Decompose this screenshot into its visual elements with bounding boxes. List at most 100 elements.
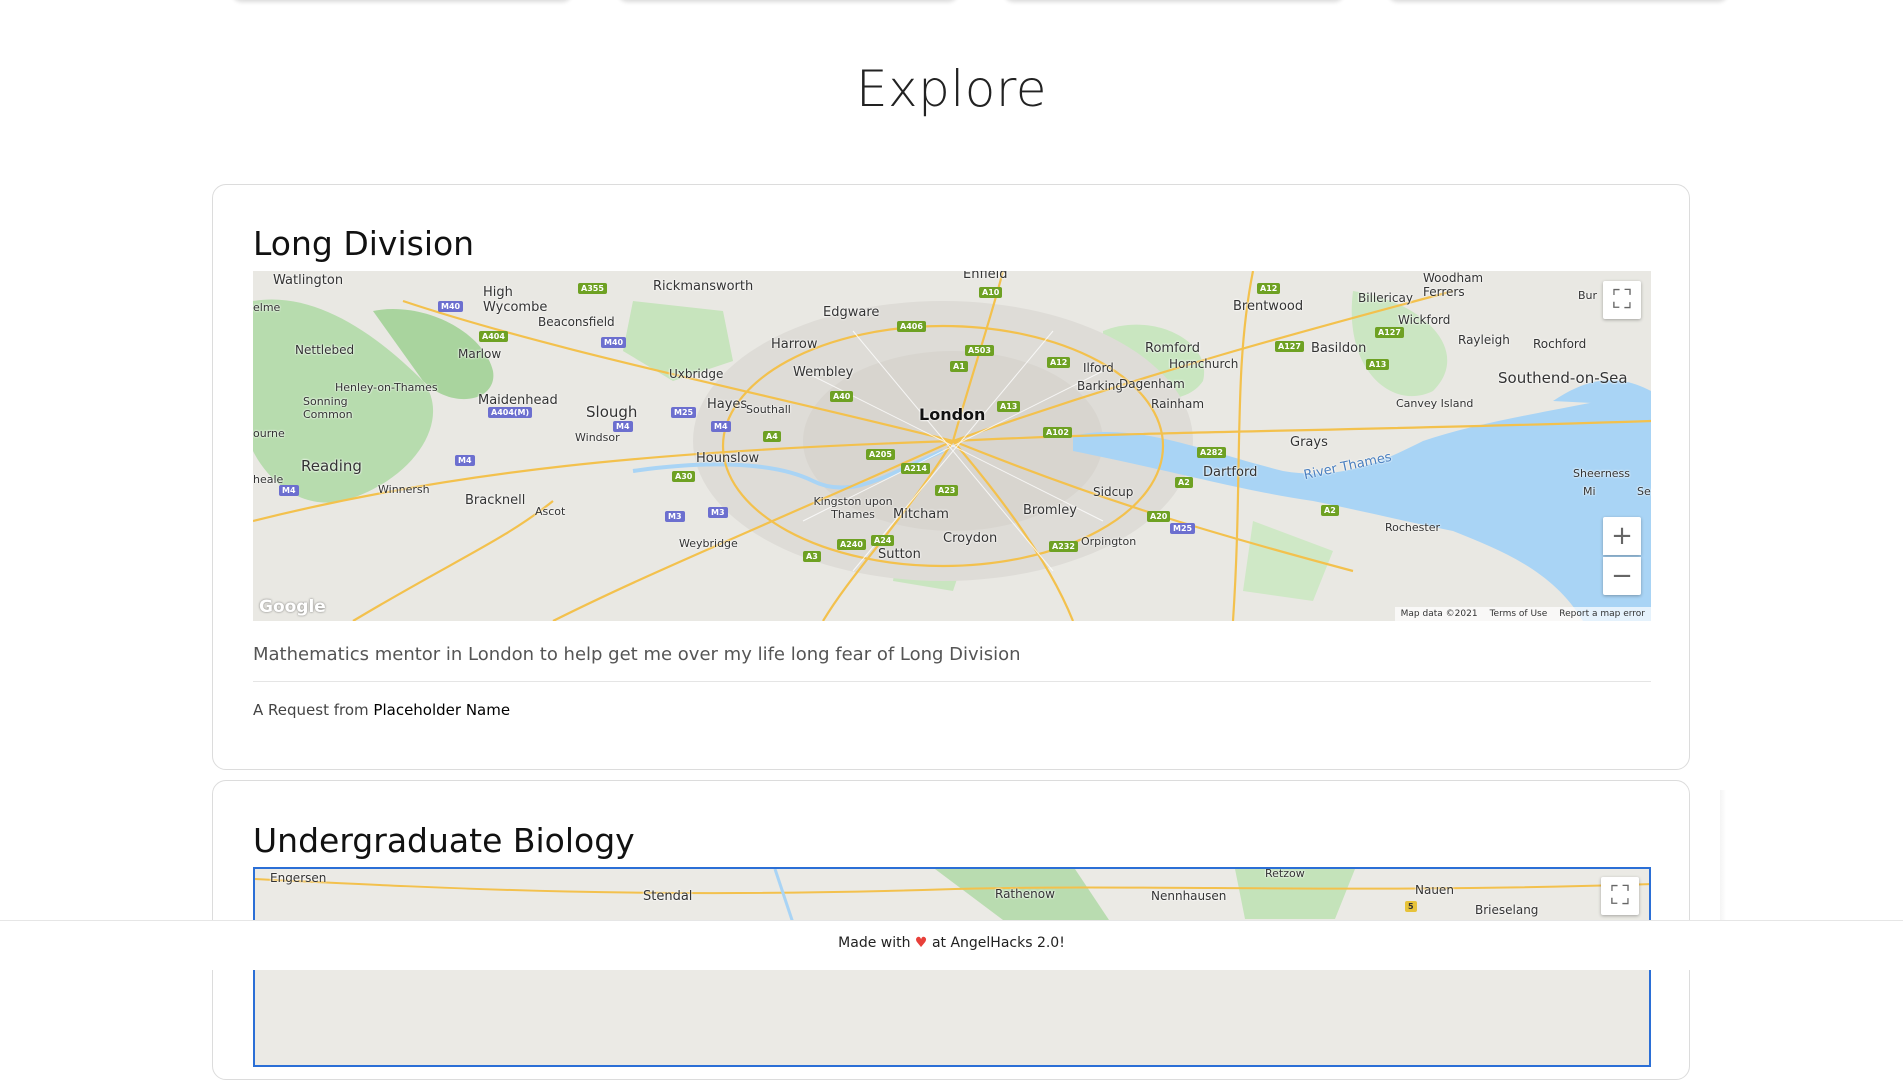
road-shield: A404 (479, 331, 508, 342)
map-place: Sutton (878, 547, 921, 562)
map-place: Windsor (575, 431, 620, 444)
map-place: Southend-on-Sea (1498, 369, 1628, 387)
map-place: Hornchurch (1169, 357, 1239, 371)
map-view[interactable]: Watlington High Wycombe Rickmansworth En… (253, 271, 1651, 621)
map-place: elme (253, 301, 281, 314)
road-shield: A127 (1275, 341, 1304, 352)
road-shield: M40 (438, 301, 464, 312)
map-place: Enfield (963, 271, 1008, 282)
fullscreen-icon: ⛶ (1610, 880, 1630, 911)
road-shield: A102 (1043, 427, 1072, 438)
map-place: Maidenhead (478, 393, 558, 408)
divider (253, 681, 1651, 682)
requester-line: A Request from Placeholder Name (253, 701, 510, 719)
map-place: Orpington (1081, 535, 1137, 548)
road-shield: A2 (1321, 505, 1339, 516)
map-place: Ascot (535, 505, 566, 518)
map-place: Stendal (643, 889, 693, 904)
road-shield: M3 (665, 511, 685, 522)
road-shield: M25 (671, 407, 697, 418)
road-shield: A205 (866, 449, 895, 460)
map-place: Dartford (1203, 465, 1258, 480)
map-place: Brieselang (1475, 903, 1539, 917)
map-place: Henley-on-Thames (335, 381, 438, 394)
map-place: Marlow (458, 347, 502, 361)
map-place: Se (1637, 485, 1651, 498)
road-shield: A30 (672, 471, 696, 482)
road-shield: A12 (1047, 357, 1071, 368)
map-place: ourne (253, 427, 285, 440)
map-place: High Wycombe (483, 285, 548, 315)
road-shield: A24 (871, 535, 895, 546)
map-place: Sheerness (1573, 467, 1631, 480)
map-place: Nauen (1415, 883, 1454, 897)
road-shield: A240 (837, 539, 866, 550)
road-shield: A40 (830, 391, 854, 402)
map-place: Barking (1077, 379, 1124, 393)
request-card[interactable]: Long Division Watlington High Wycombe Ri… (212, 184, 1690, 770)
map-place: Bur (1578, 289, 1598, 302)
road-shield: M4 (455, 455, 475, 466)
request-title: Long Division (253, 224, 475, 263)
road-shield: A23 (935, 485, 959, 496)
site-footer: Made with ♥ at AngelHacks 2.0! (0, 920, 1903, 970)
road-shield: M40 (601, 337, 627, 348)
map-place: London (919, 405, 986, 424)
map-place: Hounslow (696, 451, 760, 466)
fullscreen-button[interactable]: ⛶ (1601, 877, 1639, 915)
map-place: Ilford (1083, 361, 1114, 375)
map-place: Brentwood (1233, 299, 1304, 314)
map-place: Retzow (1265, 867, 1305, 880)
map-place: heale (253, 473, 284, 486)
zoom-in-button[interactable]: + (1603, 517, 1641, 555)
fullscreen-button[interactable]: ⛶ (1603, 281, 1641, 319)
map-place: Hayes (707, 397, 748, 412)
google-logo: Google (259, 597, 326, 617)
road-shield: A404(M) (488, 407, 533, 418)
map-place: Billericay (1358, 291, 1413, 305)
report-error-link[interactable]: Report a map error (1559, 609, 1645, 619)
footer-suffix: at AngelHacks 2.0! (931, 935, 1065, 951)
map-place: Harrow (771, 337, 818, 352)
road-shield: M25 (1170, 523, 1196, 534)
page-title: Explore (855, 60, 1048, 118)
map-place: Wickford (1398, 313, 1451, 327)
map-place: Mitcham (893, 507, 949, 522)
fullscreen-icon: ⛶ (1612, 284, 1632, 315)
road-shield: M4 (711, 421, 731, 432)
road-shield: A214 (901, 463, 930, 474)
map-place: Beaconsfield (538, 315, 615, 329)
road-shield: A355 (578, 283, 607, 294)
road-shield: A406 (897, 321, 926, 332)
requester-prefix: A Request from (253, 701, 369, 719)
road-shield: M3 (708, 507, 728, 518)
terms-link[interactable]: Terms of Use (1490, 609, 1548, 619)
map-place: Kingston upon Thames (813, 495, 893, 521)
map-place: Basildon (1311, 341, 1367, 356)
footer-prefix: Made with (838, 935, 911, 951)
map-attribution: Map data ©2021 Terms of Use Report a map… (1394, 607, 1651, 621)
map-place: Croydon (943, 531, 998, 546)
map-place: Rainham (1151, 397, 1205, 411)
map-place: Weybridge (679, 537, 738, 550)
map-place: Watlington (273, 273, 344, 288)
road-shield: A20 (1147, 511, 1171, 522)
map-data-text: Map data ©2021 (1400, 609, 1478, 619)
map-place: Sidcup (1093, 485, 1134, 499)
road-shield: A3 (803, 551, 821, 562)
request-title: Undergraduate Biology (253, 821, 635, 860)
road-shield: A13 (997, 401, 1021, 412)
map-place: Southall (746, 403, 791, 416)
road-shield: A13 (1366, 359, 1390, 370)
map-place: Rochester (1385, 521, 1440, 534)
road-shield: A10 (979, 287, 1003, 298)
zoom-out-button[interactable]: − (1603, 557, 1641, 595)
map-place: Edgware (823, 305, 880, 320)
road-shield: A4 (763, 431, 781, 442)
map-place: Wembley (793, 365, 854, 380)
map-place: Rayleigh (1458, 333, 1510, 347)
map-place: Woodham Ferrers (1423, 271, 1484, 299)
map-place: Mi (1583, 485, 1596, 498)
request-description: Mathematics mentor in London to help get… (253, 644, 1021, 665)
requester-name[interactable]: Placeholder Name (373, 701, 510, 719)
